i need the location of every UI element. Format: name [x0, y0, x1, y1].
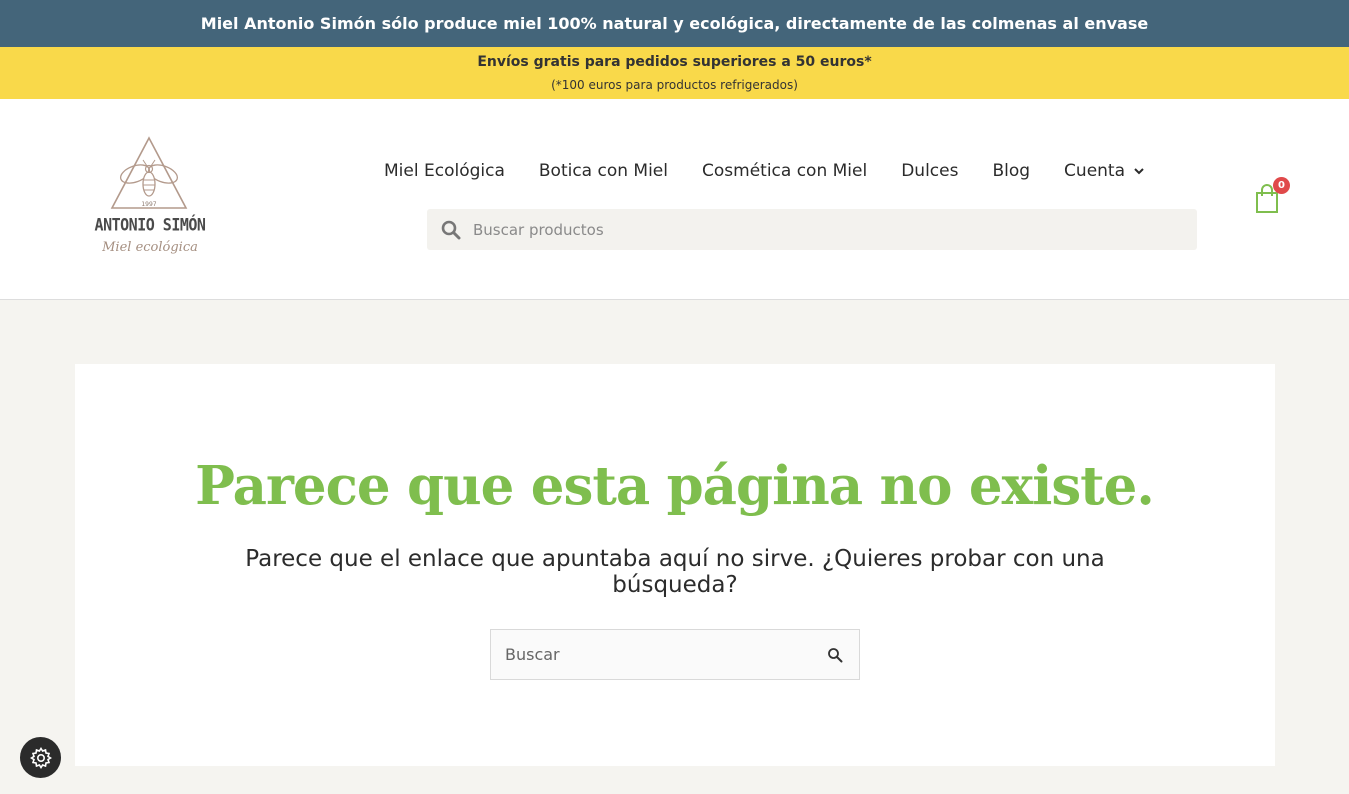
promo-main-text: Envíos gratis para pedidos superiores a …	[477, 54, 872, 70]
page-title: Parece que esta página no existe.	[195, 455, 1155, 517]
svg-text:1997: 1997	[141, 201, 156, 208]
cookie-settings-button[interactable]	[20, 737, 61, 778]
chevron-down-icon	[1134, 168, 1144, 175]
cart-button[interactable]: 0	[1252, 177, 1292, 218]
top-announcement-banner: Miel Antonio Simón sólo produce miel 100…	[0, 0, 1349, 47]
nav-item-blog[interactable]: Blog	[992, 161, 1030, 181]
cart-count-badge: 0	[1273, 177, 1290, 194]
product-search-bar	[427, 209, 1197, 250]
nav-item-miel-ecologica[interactable]: Miel Ecológica	[384, 161, 505, 181]
promo-sub-text: (*100 euros para productos refrigerados)	[551, 78, 798, 92]
nav-item-botica-con-miel[interactable]: Botica con Miel	[539, 161, 668, 181]
nav-item-label: Botica con Miel	[538, 161, 668, 181]
product-search-input[interactable]	[473, 209, 1173, 250]
search-icon[interactable]	[827, 647, 843, 663]
nav-item-cuenta[interactable]: Cuenta	[1064, 161, 1145, 181]
gear-icon	[29, 746, 52, 769]
logo-name-text: ANTONIO SIMÓN	[94, 214, 206, 236]
nav-item-label: Cuenta	[1064, 161, 1126, 181]
nav-item-label: Blog	[992, 161, 1031, 181]
bee-triangle-logo-icon: 1997	[110, 136, 188, 209]
main-navigation: Miel Ecológica Botica con Miel Cosmética…	[384, 159, 1145, 183]
banner-text: Miel Antonio Simón sólo produce miel 100…	[200, 14, 1149, 33]
nav-item-dulces[interactable]: Dulces	[901, 161, 958, 181]
nav-item-label: Cosmética con Miel	[702, 161, 868, 181]
site-logo[interactable]: 1997 ANTONIO SIMÓN Miel ecológica	[88, 130, 212, 265]
shipping-promo-bar: Envíos gratis para pedidos superiores a …	[0, 47, 1349, 99]
logo-tagline-text: Miel ecológica	[102, 240, 198, 255]
nav-item-cosmetica-con-miel[interactable]: Cosmética con Miel	[702, 161, 867, 181]
nav-item-label: Dulces	[901, 161, 959, 181]
page-subtitle: Parece que el enlace que apuntaba aquí n…	[245, 546, 1105, 598]
search-icon[interactable]	[441, 220, 461, 240]
page-search-input[interactable]	[505, 630, 805, 679]
nav-item-label: Miel Ecológica	[384, 161, 505, 181]
page-search-form	[490, 629, 860, 680]
